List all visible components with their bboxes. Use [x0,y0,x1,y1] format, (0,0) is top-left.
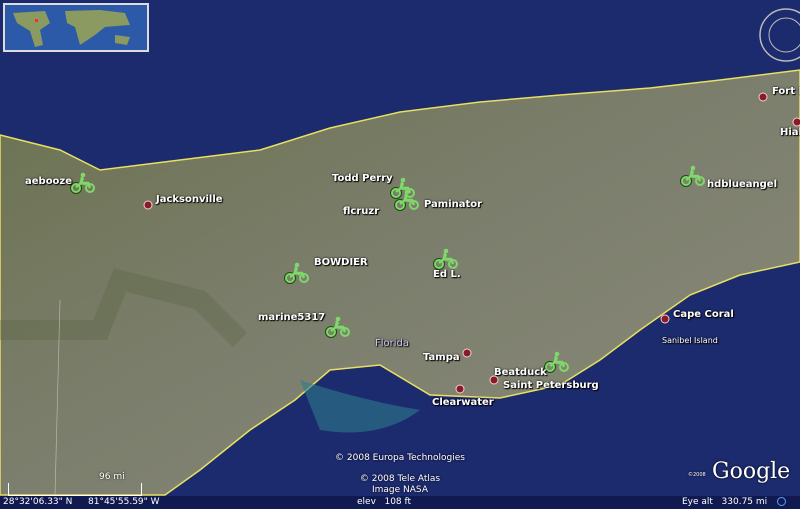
rider-label[interactable]: Paminator [424,199,482,210]
rider-label[interactable]: aebooze [25,176,72,187]
scale-bar [8,483,142,496]
city-dot[interactable] [489,375,499,385]
island-label: Sanibel Island [662,336,718,345]
streaming-indicator-icon [777,497,786,506]
google-logo: Google [712,459,791,484]
city-label: Clearwater [432,397,494,408]
scale-label: 96 mi [99,472,125,482]
rider-label[interactable]: Beatduck [494,367,547,378]
rider-label[interactable]: hdblueangel [707,179,777,190]
longitude: 81°45'55.59" W [88,497,160,507]
elevation: elev 108 ft [357,497,412,507]
rider-marker-aebooze[interactable] [70,172,96,194]
rider-marker-paminator[interactable] [394,189,420,211]
status-bar: 28°32'06.33" N 81°45'55.59" W elev 108 f… [0,496,800,509]
rider-marker-hdblueangel[interactable] [680,165,706,187]
city-label: Fort L [772,86,800,97]
google-copyright-year: ©2008 [688,472,706,478]
city-label: Tampa [423,352,460,363]
rider-marker-marine5317[interactable] [325,316,351,338]
latitude: 28°32'06.33" N [3,497,73,507]
city-label: Hial [780,127,800,138]
rider-marker-bowdier[interactable] [284,262,310,284]
city-dot[interactable] [758,92,768,102]
eye-altitude: Eye alt 330.75 mi [682,497,768,507]
city-dot[interactable] [660,314,670,324]
rider-label[interactable]: Todd Perry [332,173,393,184]
rider-label[interactable]: Ed L. [433,269,461,280]
rider-label[interactable]: flcruzr [343,206,379,217]
city-dot[interactable] [462,348,472,358]
city-label: Cape Coral [673,309,734,320]
copyright-teleatlas: © 2008 Tele Atlas [359,474,441,484]
map-imagery[interactable] [0,0,800,509]
city-dot[interactable] [143,200,153,210]
city-dot[interactable] [455,384,465,394]
city-dot[interactable] [792,117,800,127]
city-label: Jacksonville [156,194,223,205]
copyright-nasa: Image NASA [372,485,428,495]
rider-label[interactable]: marine5317 [258,312,325,323]
city-label: Saint Petersburg [503,380,599,391]
overview-map[interactable] [3,3,149,52]
copyright-europa: © 2008 Europa Technologies [335,453,465,463]
rider-label[interactable]: BOWDIER [314,257,368,268]
rider-marker-ed-l[interactable] [433,248,459,270]
rider-marker-beatduck[interactable] [544,351,570,373]
state-label: Florida [375,338,410,349]
